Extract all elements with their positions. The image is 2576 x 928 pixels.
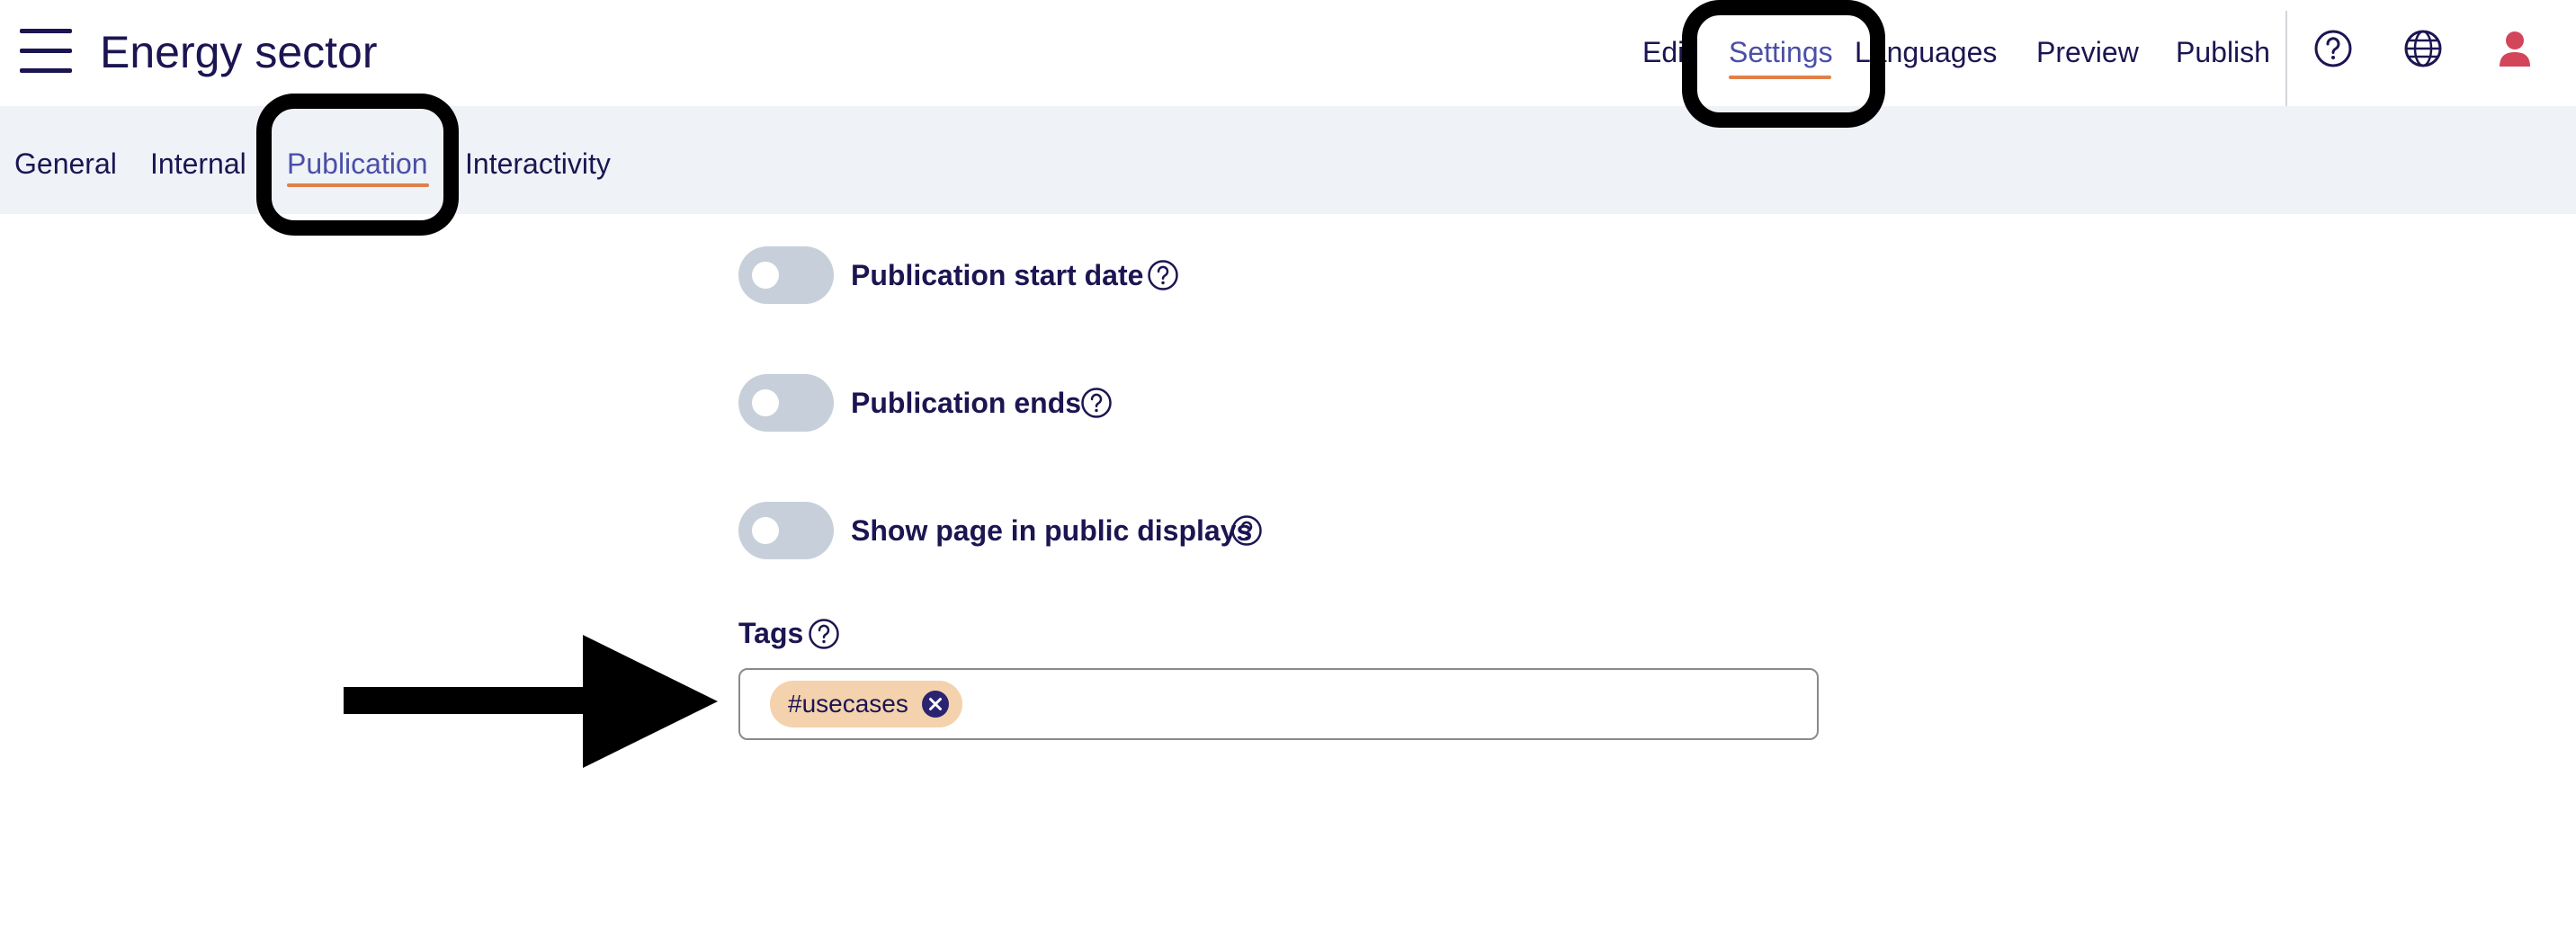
remove-tag-icon[interactable] — [921, 690, 950, 718]
show-in-public-displays-toggle[interactable] — [738, 502, 834, 559]
nav-preview[interactable]: Preview — [2036, 31, 2139, 74]
publication-start-date-label: Publication start date — [851, 259, 1144, 291]
show-in-public-displays-label: Show page in public displays — [851, 514, 1253, 547]
help-circle-icon[interactable] — [1080, 387, 1113, 419]
help-circle-icon[interactable] — [1147, 259, 1179, 291]
globe-icon[interactable] — [2403, 29, 2443, 68]
annotation-arrow — [344, 635, 718, 768]
tags-input[interactable]: #usecases — [738, 668, 1819, 740]
tags-label: Tags — [738, 617, 804, 649]
tab-interactivity[interactable]: Interactivity — [465, 142, 611, 185]
user-icon[interactable] — [2495, 29, 2535, 68]
tag-chip: #usecases — [770, 681, 962, 727]
tag-label: #usecases — [788, 690, 908, 718]
help-circle-icon[interactable] — [1230, 514, 1263, 547]
tab-internal[interactable]: Internal — [150, 142, 246, 185]
publication-ends-label: Publication ends — [851, 387, 1082, 419]
publication-highlight-box — [256, 94, 459, 236]
nav-publish[interactable]: Publish — [2176, 31, 2270, 74]
settings-highlight-box — [1682, 0, 1885, 128]
page-title: Energy sector — [100, 27, 378, 77]
help-circle-icon[interactable] — [808, 618, 840, 650]
help-circle-icon[interactable] — [2313, 29, 2353, 68]
publication-ends-toggle[interactable] — [738, 374, 834, 432]
tab-general[interactable]: General — [14, 142, 117, 185]
menu-icon[interactable] — [20, 27, 72, 74]
publication-start-date-toggle[interactable] — [738, 246, 834, 304]
top-bar: Energy sector Edit Settings Languages Pr… — [0, 0, 2576, 137]
